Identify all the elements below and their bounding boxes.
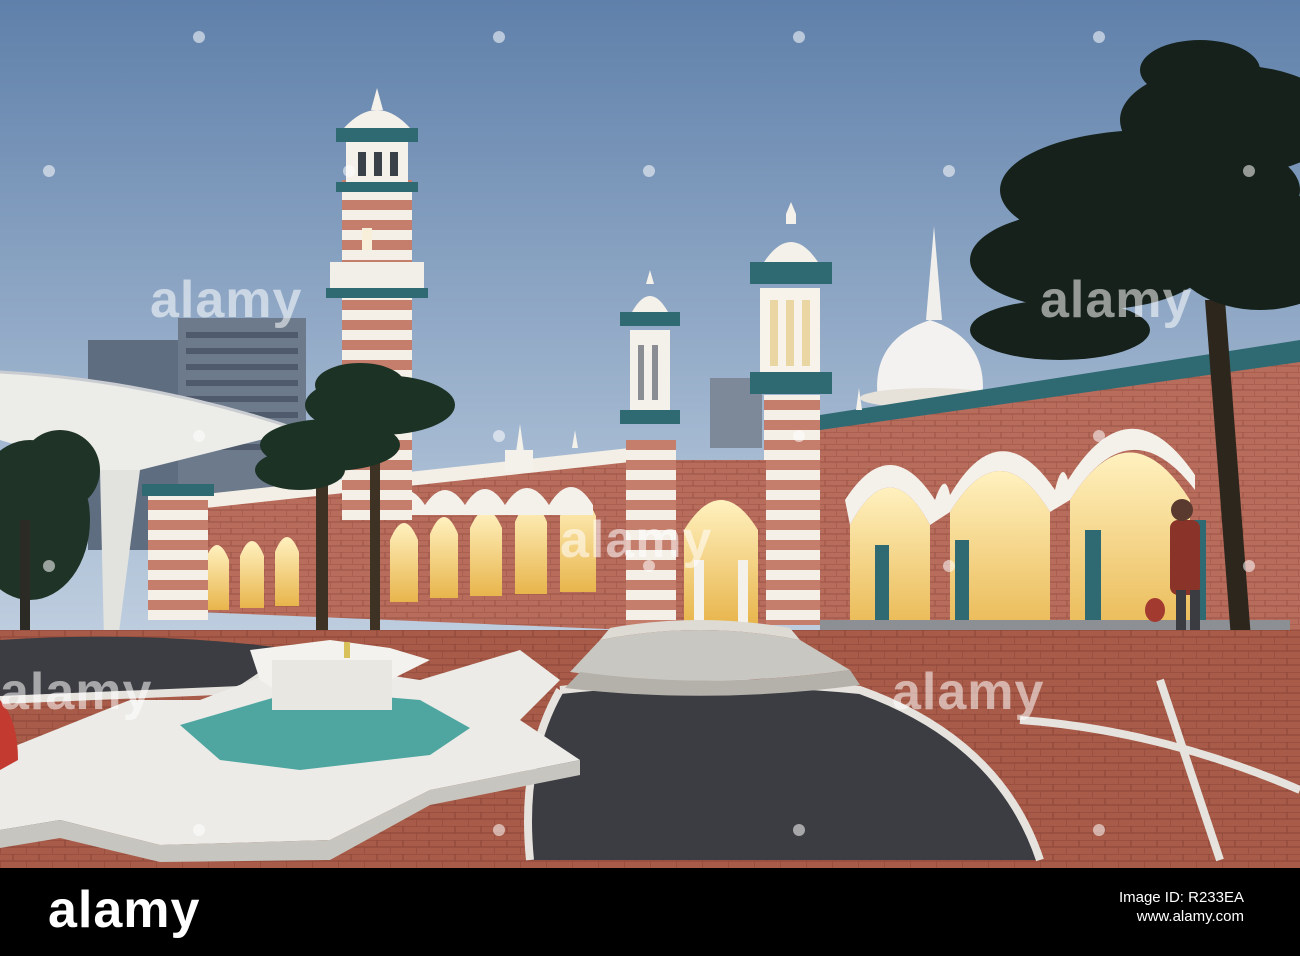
watermark-dot: [493, 824, 505, 836]
middle-minaret: [620, 270, 680, 630]
mosque-photo: alamy alamy alamy alamy alamy: [0, 0, 1300, 868]
central-arch: [676, 460, 766, 630]
watermark-dot: [193, 824, 205, 836]
watermark-dot: [43, 560, 55, 572]
watermark-dot: [43, 165, 55, 177]
watermark-dot: [793, 824, 805, 836]
watermark-dot: [1093, 430, 1105, 442]
watermark-dot: [1093, 31, 1105, 43]
site-url: www.alamy.com: [1136, 908, 1244, 925]
watermark-dot: [1243, 165, 1255, 177]
watermark-dot: [493, 31, 505, 43]
watermark-dot: [493, 430, 505, 442]
watermark-dot: [643, 165, 655, 177]
watermark-dot: [1243, 560, 1255, 572]
image-id-label: Image ID: R233EA: [1118, 889, 1244, 906]
watermark-dot: [343, 165, 355, 177]
watermark-dot: [643, 560, 655, 572]
watermark-dot: [793, 430, 805, 442]
watermark-dot: [193, 430, 205, 442]
image-meta: Image ID: R233EA www.alamy.com: [1094, 888, 1244, 926]
watermark-dot: [193, 31, 205, 43]
left-corner-tower: [142, 484, 214, 620]
alamy-logo: alamy: [48, 881, 201, 939]
watermark-dot: [793, 31, 805, 43]
watermark-dot: [943, 165, 955, 177]
stock-footer-bar: alamy Image ID: R233EA www.alamy.com: [0, 868, 1300, 956]
watermark-dot: [943, 560, 955, 572]
watermark-dot: [1093, 824, 1105, 836]
